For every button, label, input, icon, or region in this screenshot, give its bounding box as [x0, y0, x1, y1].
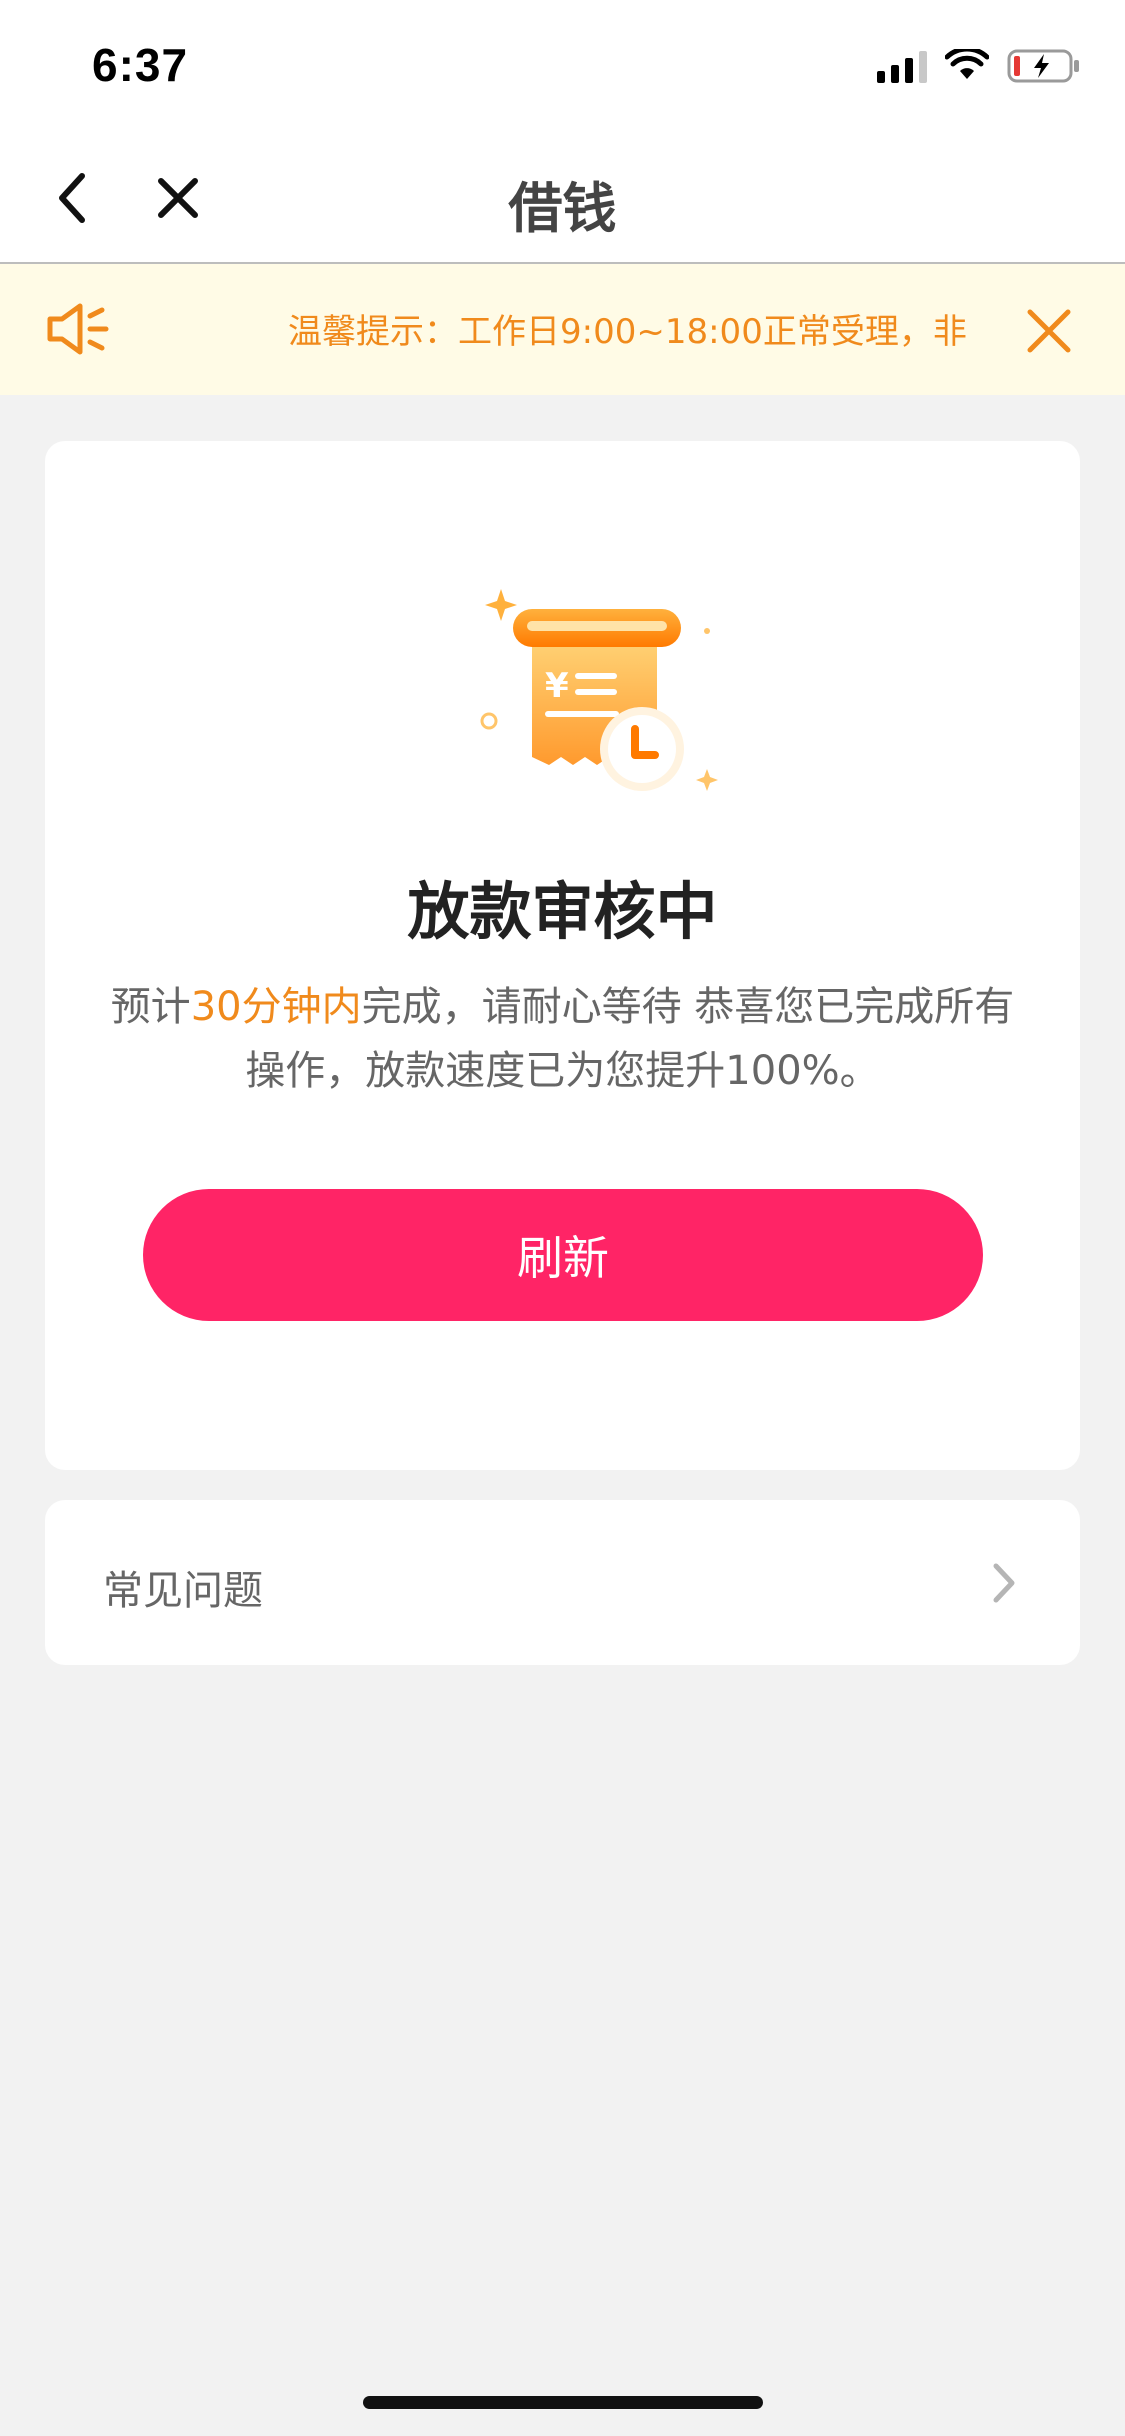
faq-label: 常见问题	[103, 1568, 263, 1614]
refresh-button[interactable]: 刷新	[143, 1189, 983, 1321]
status-desc-suffix: 完成，请耐心等待 恭喜您已完成所有操作，放款速度已为您提升100%。	[245, 984, 1015, 1094]
loan-status-card: ¥ 放款审核中 预计30分钟内完成，请耐心等待 恭喜您已完成所有操作，放款速度已…	[45, 441, 1080, 1470]
home-indicator	[363, 2396, 763, 2409]
wifi-icon	[945, 49, 989, 79]
svg-text:¥: ¥	[545, 666, 569, 706]
faq-row[interactable]: 常见问题	[45, 1500, 1080, 1665]
battery-charging-icon	[1007, 49, 1079, 83]
status-description: 预计30分钟内完成，请耐心等待 恭喜您已完成所有操作，放款速度已为您提升100%…	[105, 975, 1020, 1103]
notice-close-icon[interactable]	[1022, 304, 1076, 358]
speaker-icon	[47, 303, 109, 355]
status-desc-highlight: 30分钟内	[190, 984, 362, 1030]
notice-text: 温馨提示：工作日9:00~18:00正常受理，非	[288, 312, 967, 352]
notice-bar: 温馨提示：工作日9:00~18:00正常受理，非	[0, 264, 1125, 395]
status-icons	[877, 48, 1081, 84]
page-title: 借钱	[508, 177, 617, 240]
cellular-signal-icon	[877, 49, 927, 83]
status-bar: 6:37	[0, 0, 1125, 132]
nav-bar: 借钱	[0, 132, 1125, 264]
receipt-clock-icon: ¥	[480, 589, 718, 791]
status-desc-prefix: 预计	[110, 984, 191, 1030]
chevron-right-icon	[993, 1563, 1015, 1603]
status-time: 6:37	[92, 39, 189, 91]
status-title: 放款审核中	[407, 875, 718, 948]
